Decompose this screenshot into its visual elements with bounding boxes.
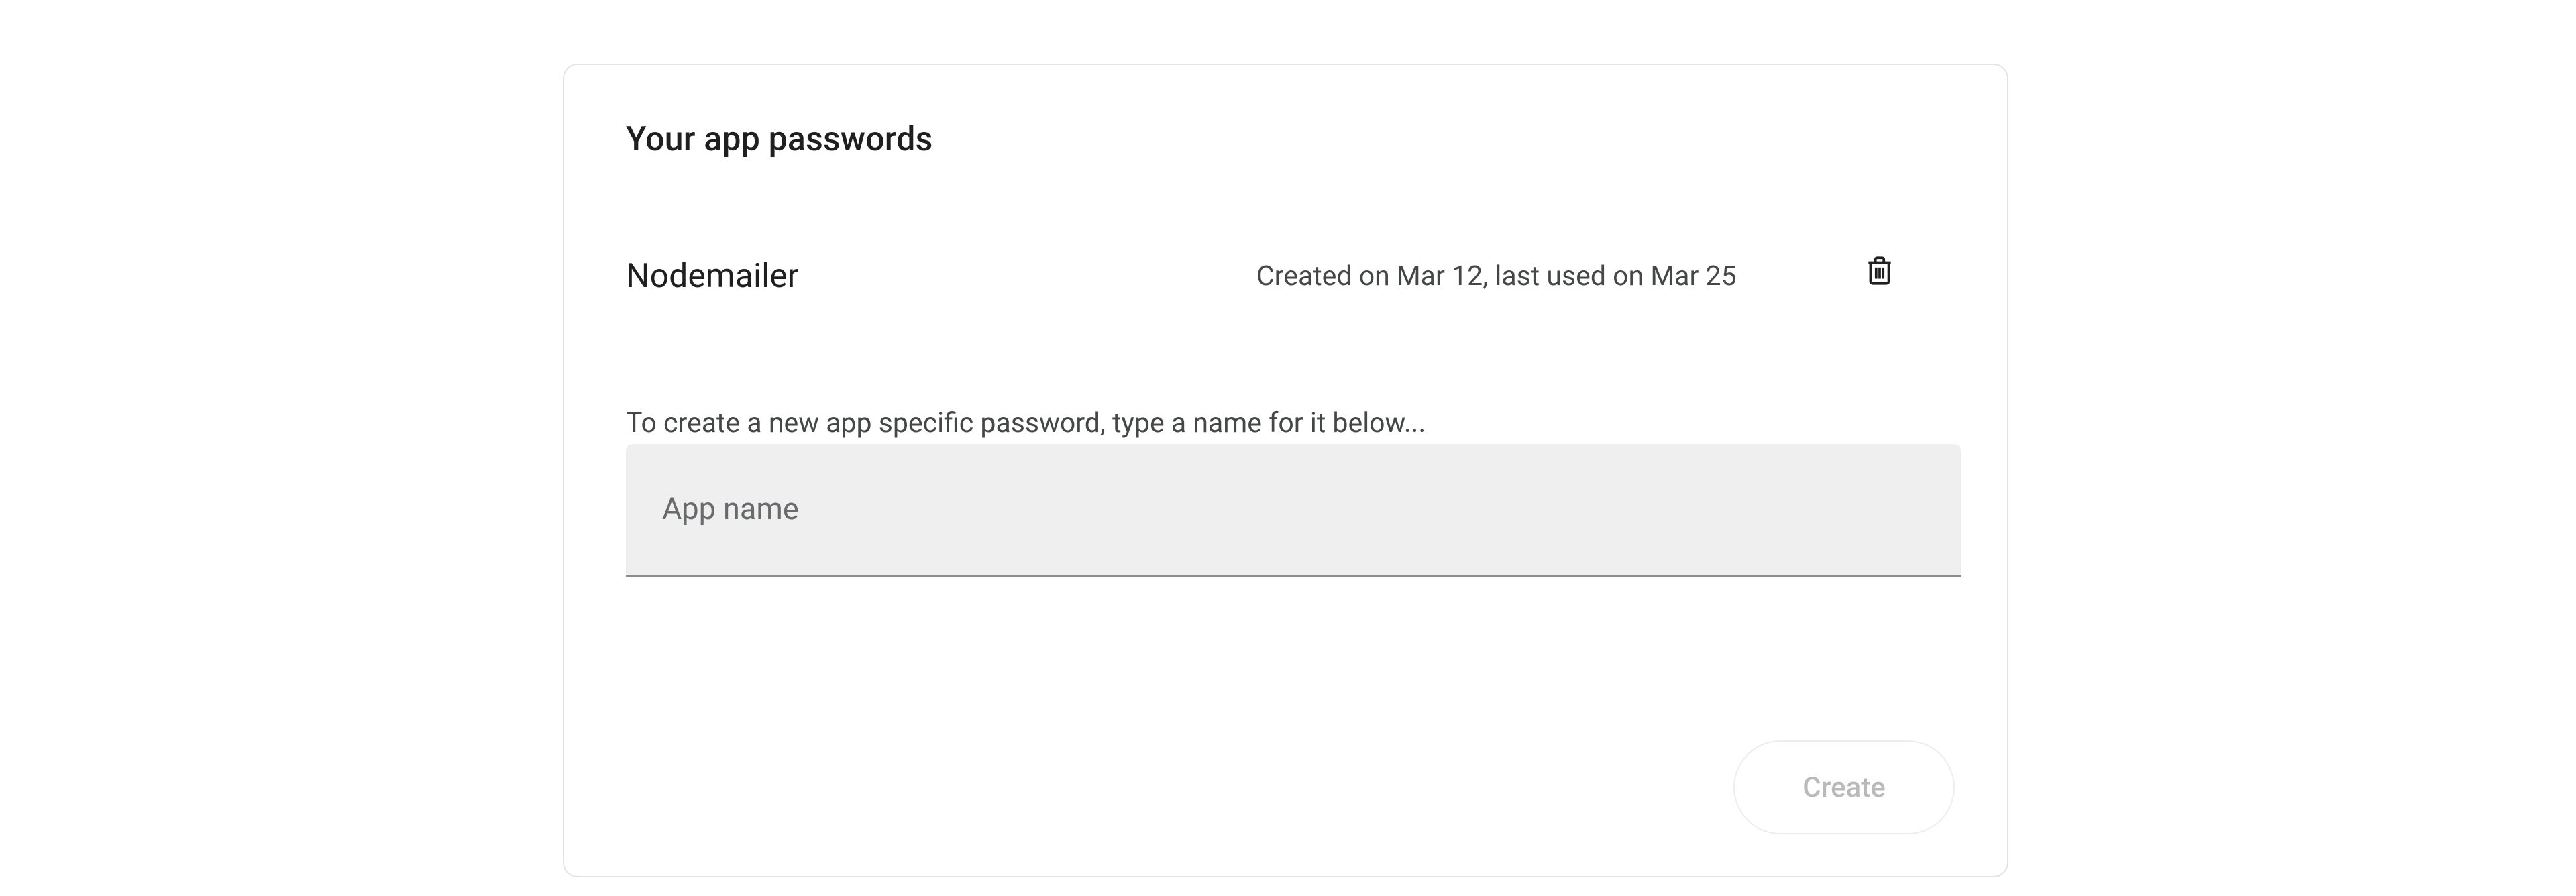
app-passwords-card: Your app passwords Nodemailer Created on… bbox=[563, 64, 2008, 877]
delete-password-button[interactable] bbox=[1860, 252, 1899, 291]
password-name: Nodemailer bbox=[626, 257, 799, 296]
instruction-text: To create a new app specific password, t… bbox=[626, 407, 1426, 439]
app-name-input[interactable] bbox=[626, 444, 1961, 577]
card-title: Your app passwords bbox=[626, 120, 933, 159]
password-meta: Created on Mar 12, last used on Mar 25 bbox=[1256, 260, 1737, 292]
password-row: Nodemailer Created on Mar 12, last used … bbox=[626, 249, 1954, 303]
app-name-input-wrap: App name bbox=[626, 444, 1961, 577]
trash-icon bbox=[1863, 254, 1896, 290]
create-button[interactable]: Create bbox=[1733, 740, 1955, 834]
